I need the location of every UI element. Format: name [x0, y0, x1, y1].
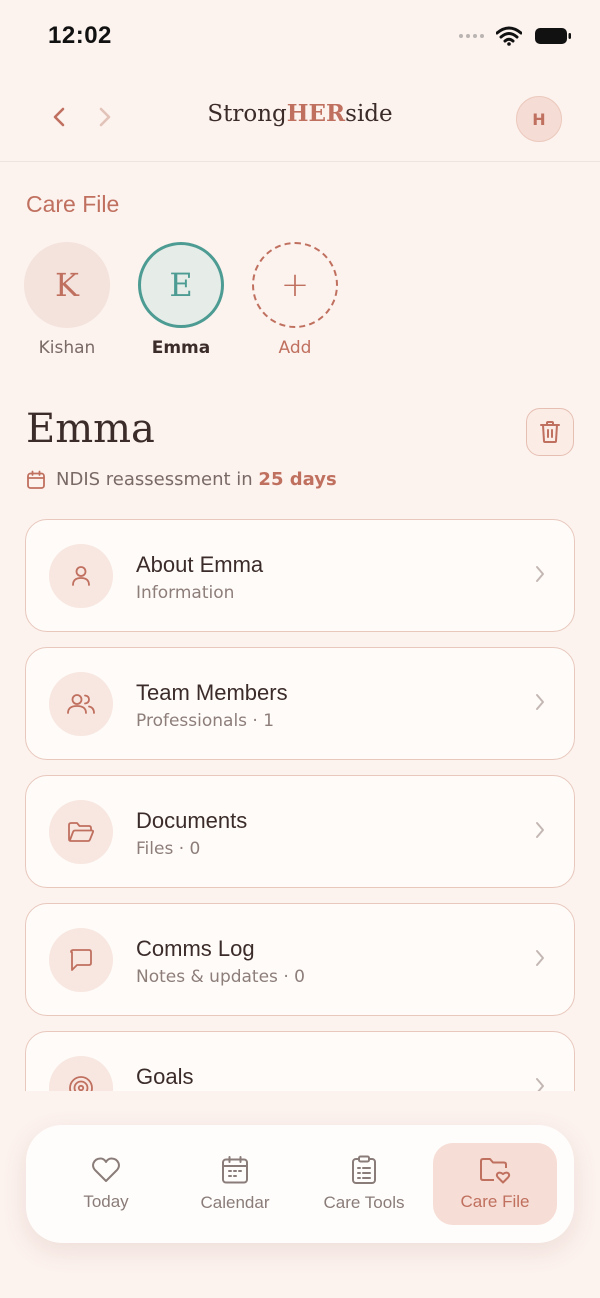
tab-label: Today	[83, 1192, 129, 1211]
card-documents[interactable]: Documents Files · 0	[25, 775, 575, 888]
card-title: Team Members	[136, 680, 288, 705]
chevron-right-icon	[536, 566, 544, 582]
tab-label: Care File	[460, 1192, 530, 1211]
calendar-icon	[222, 1156, 248, 1184]
battery-icon	[535, 28, 571, 44]
chevron-right-icon	[536, 950, 544, 966]
delete-button[interactable]	[526, 408, 574, 456]
card-title: About Emma	[136, 552, 264, 577]
status-icons	[459, 26, 572, 46]
clipboard-icon	[352, 1155, 376, 1184]
tab-care-file[interactable]: Care File	[433, 1143, 557, 1225]
message-icon	[49, 928, 113, 992]
card-subtitle: Professionals · 1	[136, 711, 275, 731]
reassessment-note: NDIS reassessment in 25 days	[26, 469, 337, 490]
status-bar: 12:02	[0, 0, 600, 80]
person-kishan[interactable]: K Kishan	[24, 242, 110, 358]
target-icon	[49, 1056, 113, 1091]
card-team-members[interactable]: Team Members Professionals · 1	[25, 647, 575, 760]
folder-icon	[49, 800, 113, 864]
app-header: StrongHERside H	[0, 80, 600, 162]
tab-care-tools[interactable]: Care Tools	[302, 1143, 426, 1225]
tab-today[interactable]: Today	[44, 1143, 168, 1225]
tab-label: Care Tools	[323, 1193, 405, 1212]
people-icon	[49, 672, 113, 736]
status-time: 12:02	[48, 22, 112, 49]
plus-icon: +	[252, 242, 338, 328]
folder-heart-icon	[480, 1158, 511, 1184]
person-name: Kishan	[38, 338, 96, 358]
user-avatar-button[interactable]: H	[516, 96, 562, 142]
profile-name: Emma	[26, 406, 155, 452]
signal-icon	[459, 34, 484, 38]
person-emma[interactable]: E Emma	[138, 242, 224, 358]
add-label: Add	[278, 338, 312, 358]
calendar-icon	[27, 470, 45, 489]
card-subtitle: Information	[136, 583, 235, 603]
person-icon	[49, 544, 113, 608]
chevron-right-icon	[536, 694, 544, 710]
heart-icon	[92, 1157, 120, 1182]
chevron-right-icon	[536, 822, 544, 838]
card-comms-log[interactable]: Comms Log Notes & updates · 0	[25, 903, 575, 1016]
wifi-icon	[496, 26, 522, 46]
chevron-right-icon	[536, 1078, 544, 1091]
card-title: Documents	[136, 808, 248, 833]
card-title: Comms Log	[136, 936, 255, 961]
people-selector: K Kishan E Emma + Add	[24, 242, 338, 358]
card-goals[interactable]: Goals	[25, 1031, 575, 1091]
card-about[interactable]: About Emma Information	[25, 519, 575, 632]
app-logo: StrongHERside	[207, 100, 393, 127]
tab-calendar[interactable]: Calendar	[173, 1143, 297, 1225]
card-subtitle: Notes & updates · 0	[136, 967, 305, 987]
person-name: Emma	[151, 338, 211, 358]
section-title: Care File	[26, 191, 120, 217]
tab-label: Calendar	[200, 1193, 270, 1212]
care-file-sections: About Emma Information Team Members Prof…	[25, 519, 575, 1091]
card-title: Goals	[136, 1064, 194, 1089]
add-person-button[interactable]: + Add	[252, 242, 338, 358]
bottom-tab-bar: Today Calendar Care Tools Care File	[26, 1125, 574, 1243]
card-subtitle: Files · 0	[136, 839, 201, 859]
trash-icon	[540, 421, 560, 443]
avatar: K	[24, 242, 110, 328]
avatar: E	[138, 242, 224, 328]
